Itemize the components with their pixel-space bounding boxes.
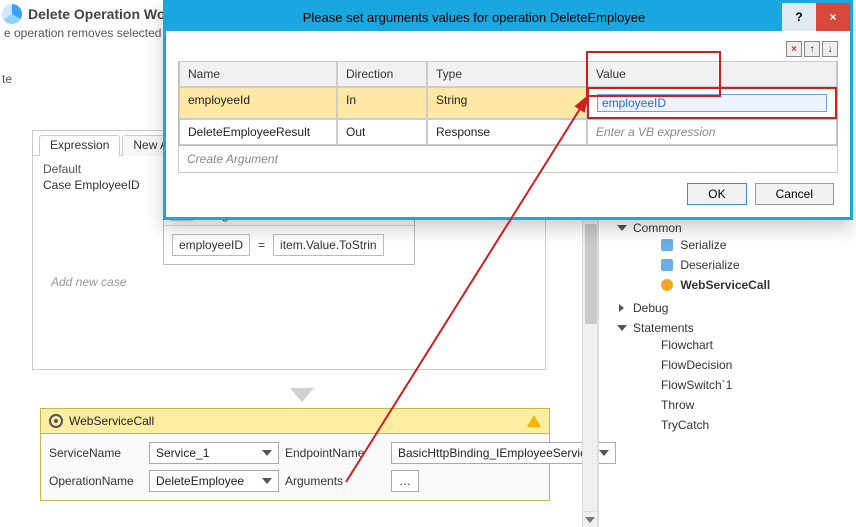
ok-button[interactable]: OK (687, 183, 746, 205)
arguments-browse-button[interactable] (391, 470, 419, 492)
chevron-down-icon (262, 478, 272, 484)
gear-icon (661, 279, 673, 291)
move-down-button[interactable]: ↓ (822, 41, 838, 57)
toolbox-item-webservicecall[interactable]: WebServiceCall (647, 275, 850, 295)
cell-value[interactable]: Enter a VB expression (587, 119, 837, 145)
add-new-case[interactable]: Add new case (43, 265, 535, 295)
delete-argument-button[interactable]: × (786, 41, 802, 57)
cell-direction[interactable]: In (337, 87, 427, 119)
warning-icon (527, 415, 541, 427)
cell-value[interactable] (587, 87, 837, 119)
webservicecall-activity[interactable]: WebServiceCall ServiceName Service_1 End… (40, 408, 550, 501)
expander-icon[interactable] (617, 325, 627, 335)
endpoint-name-value: BasicHttpBinding_IEmployeeService (398, 446, 593, 460)
scroll-down-icon (585, 517, 595, 523)
toolbox-panel[interactable]: CreateCSEntryChangeResult Common Seriali… (598, 194, 856, 527)
argument-row-result[interactable]: DeleteEmployeeResult Out Response Enter … (179, 119, 837, 145)
cell-type[interactable]: Response (427, 119, 587, 145)
page-title: Delete Operation Wo (28, 6, 165, 22)
assign-to-field[interactable]: employeeID (172, 234, 250, 256)
cell-name[interactable]: DeleteEmployeeResult (179, 119, 337, 145)
flow-arrow-down-icon (290, 388, 314, 402)
assign-value-field[interactable]: item.Value.ToStrin (273, 234, 384, 256)
operation-name-value: DeleteEmployee (156, 474, 244, 488)
toolbox-item-deserialize[interactable]: Deserialize (647, 255, 850, 275)
service-name-value: Service_1 (156, 446, 209, 460)
gear-icon (49, 414, 63, 428)
toolbox-item-flowchart[interactable]: Flowchart (647, 335, 850, 355)
expander-icon[interactable] (619, 304, 624, 312)
value-input[interactable] (597, 94, 827, 112)
workflow-icon (2, 4, 22, 24)
operation-name-dropdown[interactable]: DeleteEmployee (149, 470, 279, 492)
endpoint-name-label: EndpointName (285, 442, 385, 464)
dialog-title: Please set arguments values for operatio… (166, 10, 782, 25)
arguments-label: Arguments (285, 470, 385, 492)
col-name[interactable]: Name (179, 61, 337, 87)
arguments-dialog[interactable]: Please set arguments values for operatio… (163, 0, 853, 220)
value-placeholder: Enter a VB expression (596, 125, 715, 139)
arguments-grid[interactable]: Name Direction Type Value employeeId In … (178, 61, 838, 146)
toolbox-item-trycatch[interactable]: TryCatch (647, 415, 850, 435)
service-name-label: ServiceName (49, 442, 143, 464)
activity-icon (661, 239, 673, 251)
designer-scrollbar[interactable] (582, 194, 598, 527)
create-argument-link[interactable]: Create Argument (178, 146, 838, 173)
col-type[interactable]: Type (427, 61, 587, 87)
dialog-close-button[interactable]: × (816, 3, 850, 31)
scroll-thumb[interactable] (585, 224, 597, 324)
col-direction[interactable]: Direction (337, 61, 427, 87)
case-value: EmployeeID (74, 178, 139, 192)
toolbox-group-statements[interactable]: Statements Flowchart FlowDecision FlowSw… (619, 318, 850, 438)
cancel-button[interactable]: Cancel (755, 183, 834, 205)
col-value[interactable]: Value (587, 61, 837, 87)
service-name-dropdown[interactable]: Service_1 (149, 442, 279, 464)
toolbox-item-serialize[interactable]: Serialize (647, 235, 850, 255)
toolbox-group-common[interactable]: Common Serialize Deserialize WebServi (619, 218, 850, 298)
cell-type[interactable]: String (427, 87, 587, 119)
argument-row-employeeid[interactable]: employeeId In String (179, 87, 837, 119)
toolbox-item-flowswitch[interactable]: FlowSwitch`1 (647, 375, 850, 395)
cell-direction[interactable]: Out (337, 119, 427, 145)
toolbox-item-flowdecision[interactable]: FlowDecision (647, 355, 850, 375)
cell-name[interactable]: employeeId (179, 87, 337, 119)
wsc-title-label: WebServiceCall (69, 414, 154, 428)
toolbox-item-throw[interactable]: Throw (647, 395, 850, 415)
chevron-down-icon (262, 450, 272, 456)
expander-icon[interactable] (617, 225, 627, 235)
toolbox-group-debug[interactable]: Debug (619, 298, 850, 318)
operation-name-label: OperationName (49, 470, 143, 492)
assign-equals: = (258, 238, 265, 252)
case-keyword: Case (43, 178, 71, 192)
dialog-help-button[interactable]: ? (782, 3, 816, 31)
activity-icon (661, 259, 673, 271)
tab-expression[interactable]: Expression (39, 135, 120, 156)
move-up-button[interactable]: ↑ (804, 41, 820, 57)
